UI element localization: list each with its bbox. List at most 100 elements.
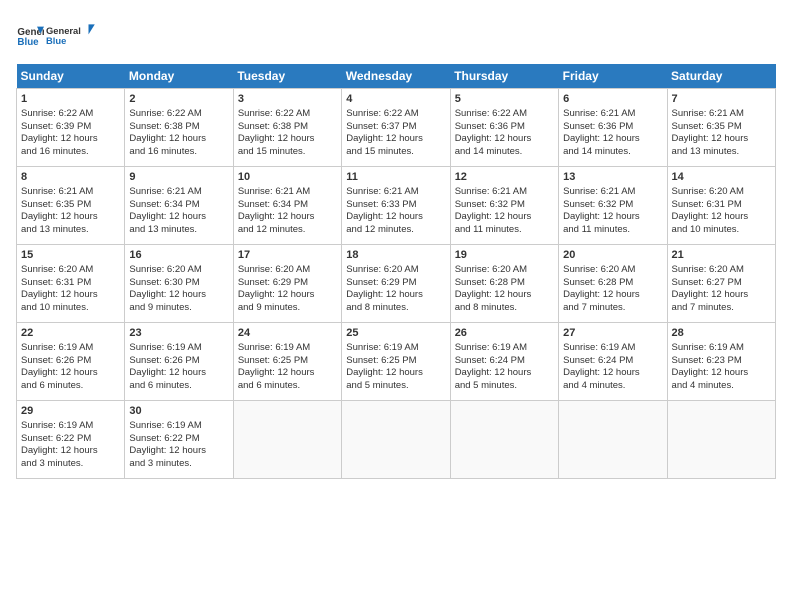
day-info-line: Sunset: 6:36 PM — [455, 121, 554, 134]
day-cell: 16Sunrise: 6:20 AMSunset: 6:30 PMDayligh… — [125, 245, 233, 323]
day-info-line: and 13 minutes. — [21, 224, 120, 237]
day-number: 13 — [563, 170, 662, 185]
day-info-line: Sunset: 6:29 PM — [238, 277, 337, 290]
day-info-line: Daylight: 12 hours — [455, 133, 554, 146]
day-info-line: Sunrise: 6:21 AM — [238, 186, 337, 199]
day-number: 8 — [21, 170, 120, 185]
day-info-line: Daylight: 12 hours — [129, 367, 228, 380]
day-cell: 11Sunrise: 6:21 AMSunset: 6:33 PMDayligh… — [342, 167, 450, 245]
day-info-line: and 14 minutes. — [563, 146, 662, 159]
day-info-line: and 6 minutes. — [21, 380, 120, 393]
day-cell: 4Sunrise: 6:22 AMSunset: 6:37 PMDaylight… — [342, 89, 450, 167]
day-number: 29 — [21, 404, 120, 419]
day-number: 4 — [346, 92, 445, 107]
day-number: 20 — [563, 248, 662, 263]
day-info-line: Sunrise: 6:20 AM — [563, 264, 662, 277]
day-info-line: Sunrise: 6:20 AM — [672, 186, 771, 199]
day-number: 28 — [672, 326, 771, 341]
day-number: 15 — [21, 248, 120, 263]
day-cell: 8Sunrise: 6:21 AMSunset: 6:35 PMDaylight… — [17, 167, 125, 245]
day-cell: 26Sunrise: 6:19 AMSunset: 6:24 PMDayligh… — [450, 323, 558, 401]
calendar-week-row: 29Sunrise: 6:19 AMSunset: 6:22 PMDayligh… — [17, 401, 776, 479]
day-info-line: Sunrise: 6:19 AM — [21, 420, 120, 433]
day-cell: 28Sunrise: 6:19 AMSunset: 6:23 PMDayligh… — [667, 323, 775, 401]
day-cell: 14Sunrise: 6:20 AMSunset: 6:31 PMDayligh… — [667, 167, 775, 245]
logo-icon: General Blue — [16, 21, 44, 49]
day-info-line: and 11 minutes. — [455, 224, 554, 237]
day-info-line: Sunrise: 6:20 AM — [129, 264, 228, 277]
day-cell: 5Sunrise: 6:22 AMSunset: 6:36 PMDaylight… — [450, 89, 558, 167]
day-number: 7 — [672, 92, 771, 107]
day-info-line: Sunset: 6:35 PM — [21, 199, 120, 212]
day-info-line: Sunrise: 6:22 AM — [455, 108, 554, 121]
day-info-line: Sunrise: 6:22 AM — [21, 108, 120, 121]
day-info-line: and 4 minutes. — [672, 380, 771, 393]
empty-cell — [450, 401, 558, 479]
day-info-line: and 5 minutes. — [455, 380, 554, 393]
day-info-line: Sunrise: 6:21 AM — [346, 186, 445, 199]
day-info-line: Sunset: 6:26 PM — [129, 355, 228, 368]
day-info-line: Sunset: 6:37 PM — [346, 121, 445, 134]
day-header-monday: Monday — [125, 64, 233, 89]
day-info-line: Daylight: 12 hours — [672, 367, 771, 380]
day-info-line: and 13 minutes. — [129, 224, 228, 237]
day-info-line: Sunset: 6:34 PM — [238, 199, 337, 212]
day-info-line: Daylight: 12 hours — [129, 445, 228, 458]
day-info-line: Sunrise: 6:21 AM — [129, 186, 228, 199]
day-number: 23 — [129, 326, 228, 341]
day-info-line: Sunset: 6:36 PM — [563, 121, 662, 134]
day-info-line: and 3 minutes. — [129, 458, 228, 471]
day-info-line: Daylight: 12 hours — [129, 289, 228, 302]
day-number: 11 — [346, 170, 445, 185]
svg-text:Blue: Blue — [46, 36, 66, 46]
day-info-line: Sunrise: 6:20 AM — [672, 264, 771, 277]
day-info-line: Daylight: 12 hours — [238, 289, 337, 302]
day-info-line: Sunrise: 6:22 AM — [346, 108, 445, 121]
day-info-line: Daylight: 12 hours — [21, 289, 120, 302]
day-info-line: Sunrise: 6:20 AM — [455, 264, 554, 277]
day-info-line: and 16 minutes. — [129, 146, 228, 159]
day-number: 14 — [672, 170, 771, 185]
day-info-line: Daylight: 12 hours — [238, 133, 337, 146]
day-cell: 1Sunrise: 6:22 AMSunset: 6:39 PMDaylight… — [17, 89, 125, 167]
calendar-week-row: 8 Sunrise: 6:21 AM Sunset: 6:35 PM Daylight… — [17, 167, 776, 245]
calendar-week-row: 22Sunrise: 6:19 AMSunset: 6:26 PMDayligh… — [17, 323, 776, 401]
day-cell: 9Sunrise: 6:21 AMSunset: 6:34 PMDaylight… — [125, 167, 233, 245]
day-info-line: and 11 minutes. — [563, 224, 662, 237]
calendar-body: 1Sunrise: 6:22 AMSunset: 6:39 PMDaylight… — [17, 89, 776, 479]
day-info-line: Daylight: 12 hours — [129, 211, 228, 224]
day-cell: 7Sunrise: 6:21 AMSunset: 6:35 PMDaylight… — [667, 89, 775, 167]
day-info-line: Sunrise: 6:19 AM — [563, 342, 662, 355]
day-info-line: and 16 minutes. — [21, 146, 120, 159]
day-info-line: Daylight: 12 hours — [21, 133, 120, 146]
day-info-line: Daylight: 12 hours — [455, 367, 554, 380]
calendar-table: SundayMondayTuesdayWednesdayThursdayFrid… — [16, 64, 776, 479]
day-info-line: Daylight: 12 hours — [346, 211, 445, 224]
day-header-thursday: Thursday — [450, 64, 558, 89]
day-info-line: Daylight: 12 hours — [21, 367, 120, 380]
day-info-line: Sunset: 6:25 PM — [238, 355, 337, 368]
day-info-line: Daylight: 12 hours — [346, 133, 445, 146]
day-info-line: Daylight: 12 hours — [129, 133, 228, 146]
day-info-line: and 3 minutes. — [21, 458, 120, 471]
day-info-line: Sunrise: 6:19 AM — [455, 342, 554, 355]
day-info-line: Sunset: 6:32 PM — [563, 199, 662, 212]
day-info-line: Sunrise: 6:19 AM — [129, 342, 228, 355]
svg-text:Blue: Blue — [17, 37, 39, 48]
day-info-line: Daylight: 12 hours — [238, 211, 337, 224]
day-info-line: and 8 minutes. — [346, 302, 445, 315]
day-info-line: Daylight: 12 hours — [672, 289, 771, 302]
day-info-line: Sunrise: 6:20 AM — [346, 264, 445, 277]
day-info-line: Sunset: 6:29 PM — [346, 277, 445, 290]
day-info-line: Daylight: 12 hours — [672, 211, 771, 224]
day-info-line: Sunset: 6:31 PM — [672, 199, 771, 212]
day-info-line: Daylight: 12 hours — [346, 289, 445, 302]
logo: General Blue General Blue — [16, 16, 96, 54]
day-info-line: and 9 minutes. — [238, 302, 337, 315]
day-info-line: Sunset: 6:28 PM — [563, 277, 662, 290]
day-info-line: and 10 minutes. — [672, 224, 771, 237]
day-number: 9 — [129, 170, 228, 185]
day-info-line: Sunset: 6:31 PM — [21, 277, 120, 290]
day-number: 18 — [346, 248, 445, 263]
day-number: 24 — [238, 326, 337, 341]
